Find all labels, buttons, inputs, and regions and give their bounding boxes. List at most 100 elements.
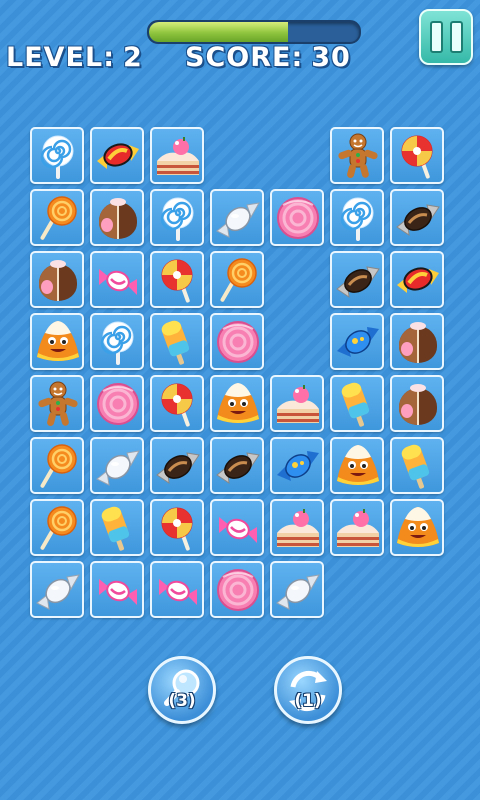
- tile-gingerbread-man[interactable]: [30, 375, 84, 432]
- ice-pop-icon: [101, 506, 130, 551]
- tile-orange-lollipop[interactable]: [30, 189, 84, 246]
- tile-chocolate-truffle[interactable]: [90, 189, 144, 246]
- level-value: 2: [123, 42, 143, 73]
- level-display: LEVEL: 2: [6, 42, 143, 73]
- score-label: SCORE:: [185, 42, 304, 73]
- wrapped-candy-red-icon: [397, 267, 439, 293]
- tile-wrapped-candy-silver[interactable]: [30, 561, 84, 618]
- tile-wrapped-candy-pink[interactable]: [90, 561, 144, 618]
- tile-wrapped-candy-red[interactable]: [90, 127, 144, 184]
- score-value: 30: [311, 42, 351, 73]
- time-progress-bar: [147, 20, 361, 44]
- tile-ice-pop[interactable]: [390, 437, 444, 494]
- wrapped-candy-chocolate-icon: [216, 452, 260, 485]
- wrapped-candy-pink-icon: [159, 579, 197, 605]
- tile-peppermint-lollipop[interactable]: [150, 251, 204, 308]
- tile-peppermint-lollipop[interactable]: [150, 375, 204, 432]
- candy-corn-monster-icon: [37, 321, 79, 361]
- orange-lollipop-icon: [40, 506, 77, 550]
- pause-button[interactable]: [419, 9, 473, 65]
- tile-wrapped-candy-pink[interactable]: [150, 561, 204, 618]
- tile-wrapped-candy-silver[interactable]: [210, 189, 264, 246]
- chocolate-truffle-icon: [399, 384, 437, 425]
- cake-slice-icon: [277, 385, 319, 423]
- orange-lollipop-icon: [220, 258, 257, 302]
- shuffle-button[interactable]: (1): [274, 656, 342, 724]
- tile-chocolate-truffle[interactable]: [30, 251, 84, 308]
- orange-lollipop-icon: [40, 444, 77, 488]
- chocolate-truffle-icon: [39, 260, 77, 301]
- wrapped-candy-silver-icon: [276, 574, 320, 610]
- pink-cupcake-icon: [277, 197, 319, 239]
- tile-wrapped-candy-blue[interactable]: [330, 313, 384, 370]
- peppermint-lollipop-icon: [161, 259, 193, 303]
- tile-swirl-lollipop[interactable]: [150, 189, 204, 246]
- tile-ice-pop[interactable]: [150, 313, 204, 370]
- tile-gingerbread-man[interactable]: [330, 127, 384, 184]
- candy-corn-monster-icon: [337, 445, 379, 485]
- tile-swirl-lollipop[interactable]: [90, 313, 144, 370]
- tile-chocolate-truffle[interactable]: [390, 313, 444, 370]
- tile-wrapped-candy-chocolate[interactable]: [150, 437, 204, 494]
- swirl-lollipop-icon: [100, 321, 134, 365]
- tile-pink-cupcake[interactable]: [210, 313, 264, 370]
- tile-swirl-lollipop[interactable]: [330, 189, 384, 246]
- level-label: LEVEL:: [6, 42, 115, 73]
- pause-icon-bar-left: [429, 21, 443, 53]
- ice-pop-icon: [161, 320, 190, 365]
- tile-cake-slice[interactable]: [330, 499, 384, 556]
- orange-lollipop-icon: [40, 196, 77, 240]
- peppermint-lollipop-icon: [401, 135, 433, 179]
- tile-orange-lollipop[interactable]: [30, 437, 84, 494]
- hint-count: (3): [168, 691, 196, 711]
- tile-candy-corn-monster[interactable]: [330, 437, 384, 494]
- tile-wrapped-candy-chocolate[interactable]: [210, 437, 264, 494]
- tile-wrapped-candy-silver[interactable]: [90, 437, 144, 494]
- tile-wrapped-candy-pink[interactable]: [210, 499, 264, 556]
- wrapped-candy-chocolate-icon: [336, 266, 380, 299]
- peppermint-lollipop-icon: [161, 383, 193, 427]
- wrapped-candy-pink-icon: [99, 579, 137, 605]
- tile-peppermint-lollipop[interactable]: [150, 499, 204, 556]
- tile-wrapped-candy-chocolate[interactable]: [390, 189, 444, 246]
- tile-wrapped-candy-blue[interactable]: [270, 437, 324, 494]
- wrapped-candy-silver-icon: [36, 574, 80, 610]
- ice-pop-icon: [401, 444, 430, 489]
- tile-cake-slice[interactable]: [270, 375, 324, 432]
- tile-cake-slice[interactable]: [150, 127, 204, 184]
- tile-cake-slice[interactable]: [270, 499, 324, 556]
- tile-wrapped-candy-silver[interactable]: [270, 561, 324, 618]
- pink-cupcake-icon: [217, 569, 259, 611]
- gingerbread-man-icon: [38, 381, 78, 427]
- tile-orange-lollipop[interactable]: [210, 251, 264, 308]
- shuffle-count: (1): [294, 691, 322, 711]
- tile-wrapped-candy-chocolate[interactable]: [330, 251, 384, 308]
- tile-ice-pop[interactable]: [90, 499, 144, 556]
- swirl-lollipop-icon: [340, 197, 374, 241]
- tile-candy-corn-monster[interactable]: [210, 375, 264, 432]
- tile-orange-lollipop[interactable]: [30, 499, 84, 556]
- tile-candy-corn-monster[interactable]: [30, 313, 84, 370]
- wrapped-candy-pink-icon: [219, 517, 257, 543]
- wrapped-candy-red-icon: [97, 143, 139, 169]
- score-display: SCORE: 30: [185, 42, 351, 73]
- tile-pink-cupcake[interactable]: [210, 561, 264, 618]
- candy-corn-monster-icon: [217, 383, 259, 423]
- tile-peppermint-lollipop[interactable]: [390, 127, 444, 184]
- tile-ice-pop[interactable]: [330, 375, 384, 432]
- tile-pink-cupcake[interactable]: [270, 189, 324, 246]
- tile-swirl-lollipop[interactable]: [30, 127, 84, 184]
- hint-button[interactable]: (3): [148, 656, 216, 724]
- time-progress-fill: [149, 22, 288, 42]
- pause-icon-bar-right: [449, 21, 463, 53]
- tile-chocolate-truffle[interactable]: [390, 375, 444, 432]
- tile-wrapped-candy-red[interactable]: [390, 251, 444, 308]
- tile-pink-cupcake[interactable]: [90, 375, 144, 432]
- tile-candy-corn-monster[interactable]: [390, 499, 444, 556]
- peppermint-lollipop-icon: [161, 507, 193, 551]
- wrapped-candy-pink-icon: [99, 269, 137, 295]
- cake-slice-icon: [277, 509, 319, 547]
- wrapped-candy-chocolate-icon: [156, 452, 200, 485]
- tile-wrapped-candy-pink[interactable]: [90, 251, 144, 308]
- pink-cupcake-icon: [217, 321, 259, 363]
